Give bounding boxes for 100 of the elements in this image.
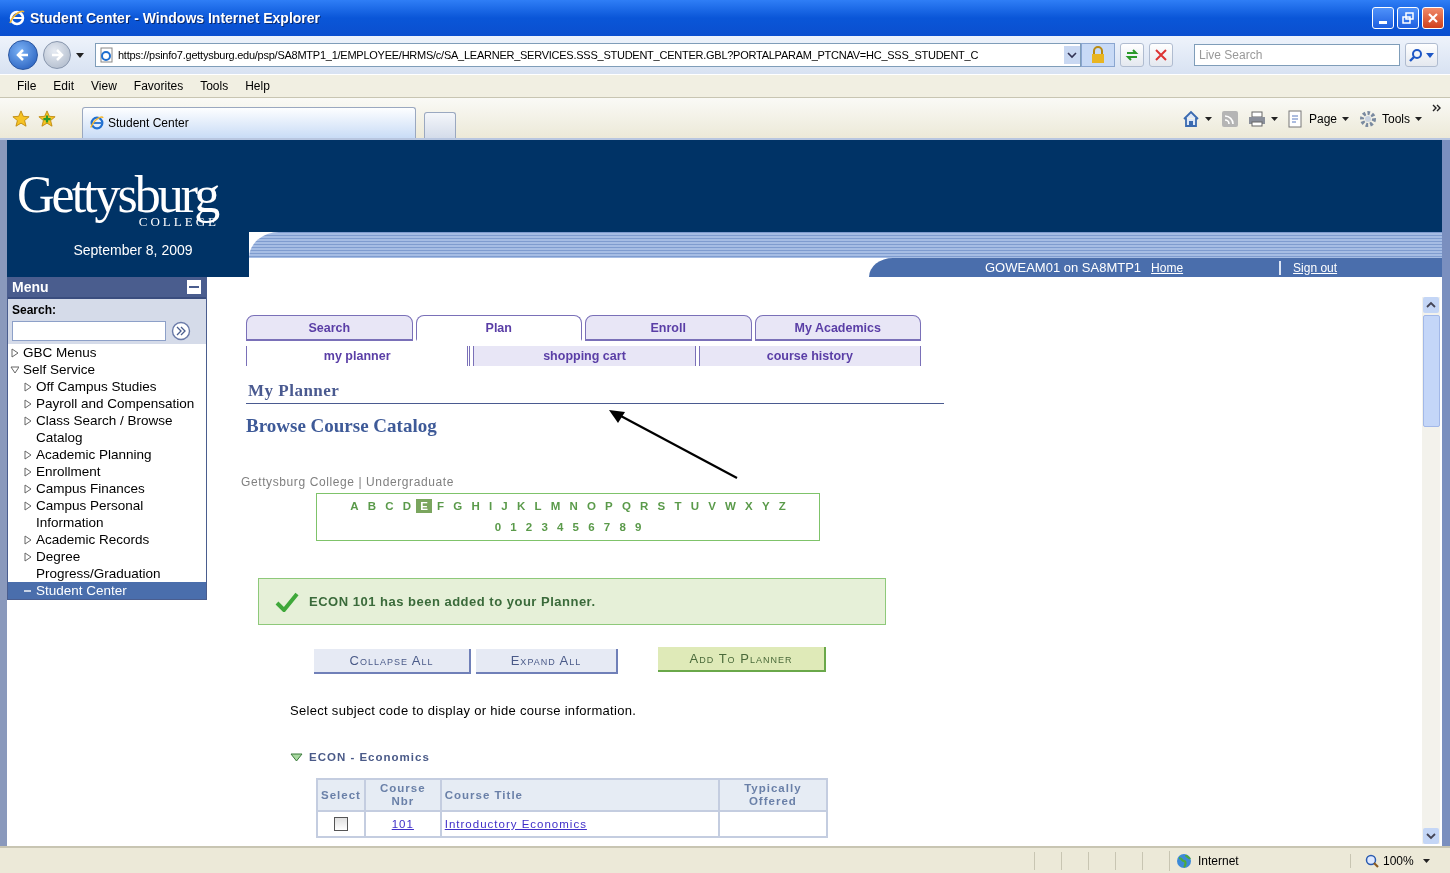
menu-tree-item[interactable]: Campus Finances [8, 480, 206, 497]
letter-link[interactable]: S [652, 499, 670, 513]
menu-item[interactable]: Favorites [133, 79, 184, 93]
letter-link[interactable]: P [600, 499, 618, 513]
letter-link[interactable]: N [564, 499, 583, 513]
menu-tree-item[interactable]: Academic Records [8, 531, 206, 548]
digit-link[interactable]: 6 [583, 520, 600, 534]
letter-link[interactable]: Q [617, 499, 636, 513]
address-field[interactable]: https://psinfo7.gettysburg.edu/psp/SA8MTP1_1/EMPLOYEE/HRMS/c/SA_LEARNER_SERVICES.SSS_STUDENT_CENTER.GBL?PORTALPARAM_PTCNAV=HC_SSS_STUDENT_C [95, 43, 1081, 67]
letter-link[interactable]: V [703, 499, 721, 513]
menu-item[interactable]: Tools [200, 79, 229, 93]
letter-link[interactable]: J [496, 499, 513, 513]
refresh-button[interactable] [1120, 43, 1144, 67]
menu-tree-item[interactable]: Student Center [8, 582, 206, 599]
tab[interactable]: Enroll [585, 315, 752, 341]
scroll-thumb[interactable] [1422, 315, 1440, 427]
letter-link[interactable]: I [484, 499, 497, 513]
digit-link[interactable]: 8 [614, 520, 631, 534]
stop-button[interactable] [1149, 43, 1173, 67]
menu-item[interactable]: File [17, 79, 37, 93]
menu-tree-item[interactable]: Campus Personal Information [8, 497, 206, 531]
letter-link[interactable]: Z [774, 499, 791, 513]
triangle-icon[interactable] [290, 752, 303, 762]
menu-tree-item[interactable]: GBC Menus [8, 344, 206, 361]
letter-link[interactable]: X [740, 499, 758, 513]
search-field[interactable]: Live Search [1194, 44, 1400, 66]
search-button[interactable] [1405, 43, 1438, 67]
subtab[interactable]: course history [698, 346, 921, 366]
menu-title: Menu [12, 279, 49, 295]
minimize-button[interactable] [1372, 7, 1394, 29]
subtab[interactable]: my planner [246, 346, 471, 366]
browser-tab[interactable]: Student Center [82, 107, 416, 138]
collapse-button[interactable] [187, 280, 201, 294]
page-menu-button[interactable]: Page [1287, 110, 1349, 128]
menu-tree-item[interactable]: Payroll and Compensation [8, 395, 206, 412]
forward-button[interactable] [43, 41, 71, 69]
subtab[interactable]: shopping cart [473, 346, 696, 366]
letter-link[interactable]: Y [757, 499, 775, 513]
home-button[interactable] [1181, 110, 1212, 128]
digit-link[interactable]: 9 [630, 520, 646, 534]
digit-link[interactable]: 7 [599, 520, 615, 534]
go-button-icon[interactable] [171, 321, 191, 341]
tab[interactable]: My Academics [754, 315, 921, 341]
zoom-button[interactable]: 100% [1350, 853, 1436, 868]
select-checkbox[interactable] [333, 817, 348, 832]
menu-item[interactable]: Edit [53, 79, 75, 93]
letter-link[interactable]: T [669, 499, 687, 513]
star-icon[interactable] [12, 110, 30, 128]
menu-tree-item[interactable]: Enrollment [8, 463, 206, 480]
menu-tree-item[interactable]: Off Campus Studies [8, 378, 206, 395]
header-link[interactable]: Sign out [1279, 260, 1338, 275]
close-button[interactable] [1422, 7, 1444, 29]
letter-link[interactable]: L [529, 499, 547, 513]
menu-tree-item[interactable]: Self Service [8, 361, 206, 378]
letter-link[interactable]: W [720, 499, 741, 513]
letter-link[interactable]: H [466, 499, 485, 513]
letter-link[interactable]: R [635, 499, 653, 513]
chevron-icon[interactable] [1432, 104, 1442, 112]
letter-link[interactable]: E [415, 499, 433, 513]
menu-search-field[interactable] [12, 321, 166, 341]
scrollbar[interactable] [1422, 297, 1440, 844]
add-favorite-icon[interactable] [38, 110, 56, 128]
dropdown-caret-icon[interactable] [76, 52, 84, 58]
print-button[interactable] [1247, 111, 1278, 127]
menu-tree-item[interactable]: Class Search / Browse Catalog [8, 412, 206, 446]
digit-link[interactable]: 3 [536, 520, 553, 534]
letter-link[interactable]: M [546, 499, 565, 513]
letter-link[interactable]: D [398, 499, 416, 513]
tab[interactable]: Plan [415, 315, 582, 341]
scroll-up-icon[interactable] [1423, 297, 1439, 313]
digit-link[interactable]: 4 [552, 520, 568, 534]
letter-link[interactable]: K [512, 499, 530, 513]
dropdown-caret-icon[interactable] [1064, 46, 1080, 64]
digit-link[interactable]: 5 [568, 520, 584, 534]
action-button[interactable]: Expand All [476, 649, 618, 674]
digit-link[interactable]: 2 [521, 520, 537, 534]
scroll-down-icon[interactable] [1423, 828, 1439, 844]
tab[interactable]: Search [246, 315, 413, 341]
menu-item[interactable]: View [91, 79, 117, 93]
back-button[interactable] [8, 40, 38, 70]
letter-link[interactable]: C [380, 499, 399, 513]
letter-link[interactable]: A [345, 499, 364, 513]
action-button[interactable]: Collapse All [314, 649, 471, 674]
tools-menu-button[interactable]: Tools [1359, 110, 1422, 128]
digit-link[interactable]: 1 [505, 520, 522, 534]
letter-link[interactable]: U [686, 499, 704, 513]
letter-link[interactable]: F [432, 499, 449, 513]
header-link[interactable]: Home [1151, 260, 1184, 275]
refresh-icon [1124, 47, 1140, 63]
menu-tree-item[interactable]: Academic Planning [8, 446, 206, 463]
menu-item[interactable]: Help [245, 79, 270, 93]
letter-link[interactable]: O [582, 499, 601, 513]
digit-link[interactable]: 0 [490, 520, 506, 534]
course-number-link[interactable]: 101 [391, 818, 414, 830]
letter-link[interactable]: G [448, 499, 467, 513]
restore-button[interactable] [1397, 7, 1419, 29]
action-button[interactable]: Add To Planner [658, 647, 826, 672]
letter-link[interactable]: B [363, 499, 381, 513]
subject-link[interactable]: ECON - Economics [309, 751, 430, 763]
menu-tree-item[interactable]: Degree Progress/Graduation [8, 548, 206, 582]
